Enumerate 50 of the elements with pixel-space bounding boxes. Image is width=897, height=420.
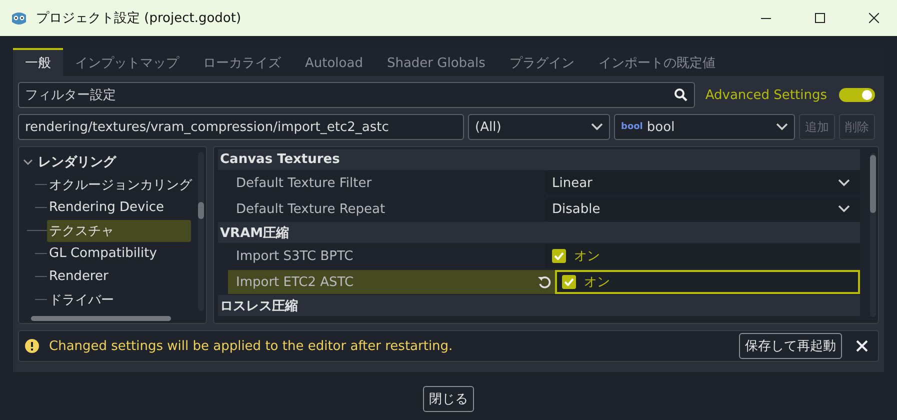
search-icon — [674, 88, 688, 102]
tab[interactable]: ローカライズ — [191, 48, 293, 76]
tree-item[interactable]: GL Compatibility — [47, 244, 159, 263]
checkbox[interactable] — [552, 249, 566, 263]
tree-item[interactable]: ドライバー — [47, 288, 116, 310]
window-title: プロジェクト設定 (project.godot) — [36, 10, 242, 27]
scrollbar[interactable] — [870, 153, 876, 317]
section-header: Canvas Textures — [218, 149, 860, 170]
maximize-icon[interactable] — [815, 13, 825, 23]
property-dropdown[interactable]: Linear — [545, 171, 860, 195]
tab[interactable]: 一般 — [13, 48, 63, 76]
scrollbar[interactable] — [198, 152, 204, 311]
revert-icon[interactable] — [537, 275, 551, 289]
close-dialog-button[interactable]: 閉じる — [423, 386, 474, 412]
property-checkbox[interactable]: オン — [545, 244, 860, 268]
tab[interactable]: プラグイン — [497, 48, 586, 76]
scrollbar[interactable] — [31, 316, 171, 321]
tree-item[interactable]: Renderer — [47, 267, 110, 286]
notice-message: Changed settings will be applied to the editor after restarting. — [49, 338, 454, 354]
category-dropdown[interactable]: (All) — [468, 114, 610, 140]
section-header: ロスレス圧縮 — [218, 295, 860, 316]
tree-item[interactable]: テクスチャ — [47, 220, 191, 242]
warning-icon — [25, 339, 39, 353]
checkbox[interactable] — [562, 275, 576, 289]
property-name: Default Texture Repeat — [235, 200, 386, 218]
close-icon[interactable] — [869, 13, 879, 23]
chevron-down-icon — [838, 205, 850, 213]
chevron-down-icon — [776, 123, 788, 131]
chevron-down-icon — [591, 123, 603, 131]
property-name: Import ETC2 ASTC — [228, 270, 555, 294]
tab[interactable]: インプットマップ — [63, 48, 191, 76]
filter-field[interactable]: フィルター設定 — [18, 82, 696, 108]
property-checkbox[interactable]: オン — [555, 270, 860, 294]
tab[interactable]: Autoload — [293, 48, 375, 76]
robot-head-icon — [10, 10, 28, 26]
tab[interactable]: Shader Globals — [374, 48, 498, 76]
property-name: Import S3TC BPTC — [235, 248, 354, 266]
section-header: VRAM圧縮 — [218, 222, 860, 243]
property-dropdown[interactable]: Disable — [545, 197, 860, 221]
tree-item[interactable]: レンダリング — [36, 150, 118, 172]
chevron-down-icon — [838, 179, 850, 187]
advanced-settings-switch[interactable] — [839, 88, 875, 102]
property-path-field[interactable]: rendering/textures/vram_compression/import_etc2_astc — [18, 114, 464, 140]
property-name: Default Texture Filter — [235, 174, 373, 192]
tab[interactable]: インポートの既定値 — [586, 48, 728, 76]
tree-item[interactable]: Rendering Device — [47, 198, 166, 217]
tree-item[interactable]: オクルージョンカリング — [47, 174, 194, 196]
advanced-settings-label: Advanced Settings — [705, 88, 827, 102]
type-dropdown[interactable]: bool bool — [614, 114, 795, 140]
save-restart-button[interactable]: 保存して再起動 — [739, 333, 842, 359]
